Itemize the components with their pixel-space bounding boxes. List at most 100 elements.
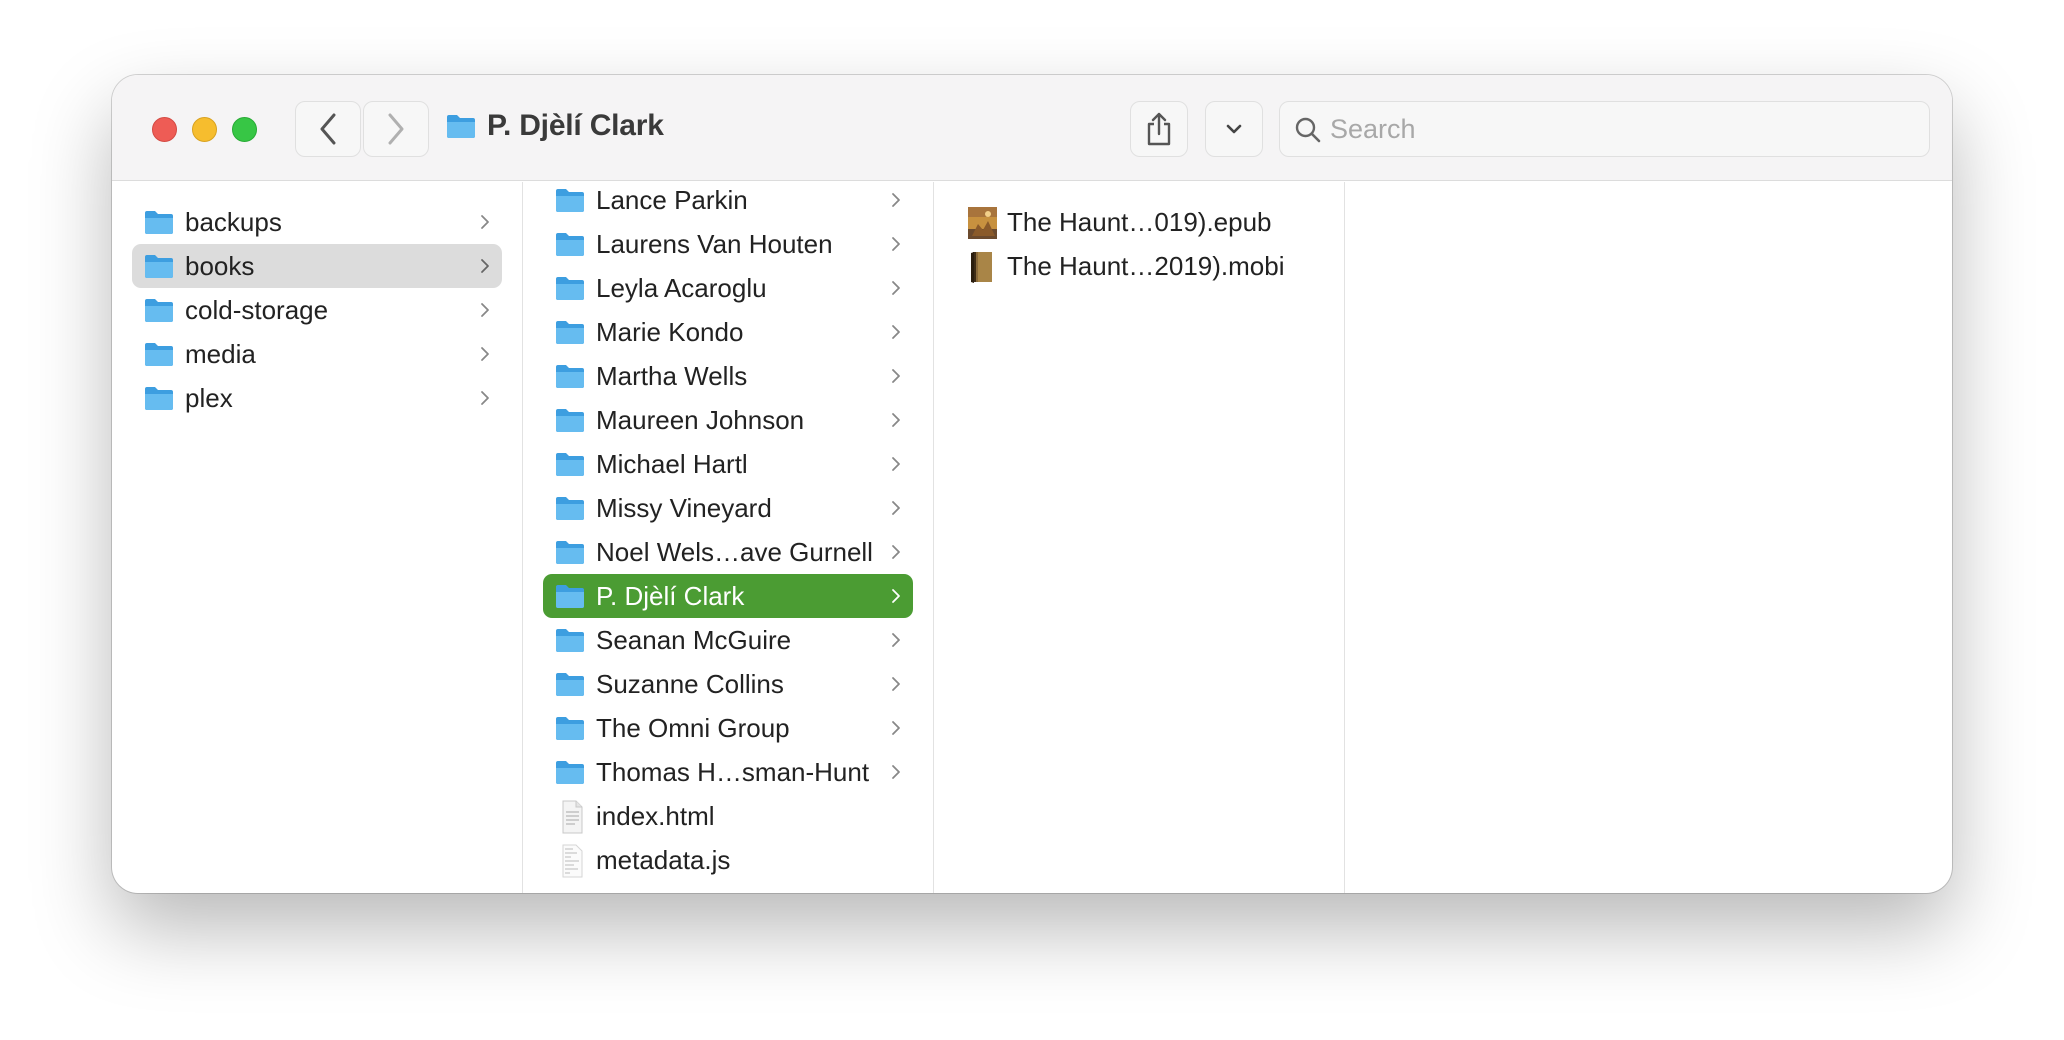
chevron-right-icon xyxy=(892,677,900,691)
chevron-right-icon xyxy=(892,237,900,251)
chevron-down-icon xyxy=(1226,124,1242,134)
list-item[interactable]: Thomas H…sman-Hunt xyxy=(543,750,913,794)
list-item[interactable]: index.html xyxy=(543,794,913,838)
list-item[interactable]: Seanan McGuire xyxy=(543,618,913,662)
search-field[interactable] xyxy=(1279,101,1930,157)
list-item[interactable]: Michael Hartl xyxy=(543,442,913,486)
item-label: Laurens Van Houten xyxy=(596,229,833,259)
list-item[interactable]: plex xyxy=(132,376,502,420)
minimize-window-button[interactable] xyxy=(192,117,217,142)
item-label: Missy Vineyard xyxy=(596,493,772,523)
folder-icon xyxy=(556,673,584,696)
chevron-right-icon xyxy=(481,347,489,361)
chevron-right-icon xyxy=(892,633,900,647)
list-item-selected[interactable]: books xyxy=(132,244,502,288)
item-label: The Haunt…2019).mobi xyxy=(1007,251,1285,281)
chevron-right-icon xyxy=(892,765,900,779)
js-file-icon xyxy=(562,844,583,878)
item-label: plex xyxy=(185,383,233,413)
list-item[interactable]: Maureen Johnson xyxy=(543,398,913,442)
folder-icon xyxy=(556,365,584,388)
folder-icon xyxy=(556,409,584,432)
item-label: Seanan McGuire xyxy=(596,625,792,655)
item-label: backups xyxy=(185,207,282,237)
item-label: metadata.js xyxy=(596,845,731,875)
list-item[interactable]: Lance Parkin xyxy=(543,182,913,222)
mobi-book-icon xyxy=(971,252,992,283)
chevron-right-icon xyxy=(892,721,900,735)
chevron-right-icon xyxy=(481,259,489,273)
chevron-right-icon xyxy=(892,369,900,383)
list-item[interactable]: Laurens Van Houten xyxy=(543,222,913,266)
share-button[interactable] xyxy=(1130,101,1188,157)
folder-icon xyxy=(556,497,584,520)
folder-icon xyxy=(556,541,584,564)
list-item[interactable]: Missy Vineyard xyxy=(543,486,913,530)
folder-icon xyxy=(556,321,584,344)
window-title: P. Djèlí Clark xyxy=(487,109,664,142)
list-item[interactable]: media xyxy=(132,332,502,376)
item-label: Marie Kondo xyxy=(596,317,744,347)
item-label: Lance Parkin xyxy=(596,185,748,215)
list-item[interactable]: backups xyxy=(132,200,502,244)
list-item[interactable]: Noel Wels…ave Gurnell xyxy=(543,530,913,574)
list-item[interactable]: Marie Kondo xyxy=(543,310,913,354)
list-item[interactable]: The Haunt…2019).mobi xyxy=(954,244,1324,288)
column-books[interactable]: Lance Parkin Laurens Van Houten Leyla Ac… xyxy=(523,182,934,893)
column-root[interactable]: backups books cold-storage media plex xyxy=(112,182,523,893)
chevron-right-icon xyxy=(892,413,900,427)
list-item-selected[interactable]: P. Djèlí Clark xyxy=(543,574,913,618)
back-button[interactable] xyxy=(295,101,361,157)
chevron-right-icon xyxy=(892,193,900,207)
column-empty[interactable] xyxy=(1345,182,1952,893)
chevron-right-icon xyxy=(481,391,489,405)
close-window-button[interactable] xyxy=(152,117,177,142)
column-author[interactable]: The Haunt…019).epub The Haunt…2019).mobi xyxy=(934,182,1345,893)
chevron-right-icon xyxy=(481,215,489,229)
chevron-right-icon xyxy=(892,325,900,339)
item-label: Noel Wels…ave Gurnell xyxy=(596,537,873,567)
item-label: books xyxy=(185,251,255,281)
item-label: Martha Wells xyxy=(596,361,748,391)
epub-book-cover-icon xyxy=(968,207,997,239)
list-item[interactable]: Martha Wells xyxy=(543,354,913,398)
folder-icon xyxy=(556,189,584,212)
group-menu-button[interactable] xyxy=(1205,101,1263,157)
item-label: Suzanne Collins xyxy=(596,669,784,699)
folder-icon xyxy=(556,717,584,740)
folder-icon xyxy=(556,277,584,300)
zoom-window-button[interactable] xyxy=(232,117,257,142)
item-label: The Haunt…019).epub xyxy=(1007,207,1272,237)
chevron-right-icon xyxy=(892,281,900,295)
finder-window: P. Djèlí Clark backups xyxy=(112,75,1952,893)
folder-icon xyxy=(145,343,173,366)
folder-icon xyxy=(556,629,584,652)
list-item[interactable]: metadata.js xyxy=(543,838,913,882)
folder-icon xyxy=(145,299,173,322)
forward-button[interactable] xyxy=(363,101,429,157)
item-label: The Omni Group xyxy=(596,713,790,743)
item-label: cold-storage xyxy=(185,295,329,325)
folder-icon xyxy=(447,115,475,138)
item-label: index.html xyxy=(596,801,715,831)
list-item[interactable]: The Omni Group xyxy=(543,706,913,750)
search-input[interactable] xyxy=(1330,102,1910,156)
item-label: Maureen Johnson xyxy=(596,405,805,435)
list-item[interactable]: cold-storage xyxy=(132,288,502,332)
chevron-right-icon xyxy=(892,457,900,471)
item-label: Leyla Acaroglu xyxy=(596,273,767,303)
html-file-icon xyxy=(562,800,583,834)
item-label: Michael Hartl xyxy=(596,449,748,479)
item-label: Thomas H…sman-Hunt xyxy=(596,757,870,787)
folder-icon xyxy=(556,761,584,784)
list-item[interactable]: Leyla Acaroglu xyxy=(543,266,913,310)
folder-icon xyxy=(145,255,173,278)
list-item[interactable]: Suzanne Collins xyxy=(543,662,913,706)
chevron-left-icon xyxy=(320,113,336,145)
item-label: media xyxy=(185,339,256,369)
folder-icon xyxy=(145,387,173,410)
list-item[interactable]: The Haunt…019).epub xyxy=(954,200,1324,244)
share-icon xyxy=(1147,112,1171,146)
folder-icon xyxy=(556,585,584,608)
folder-icon xyxy=(145,211,173,234)
